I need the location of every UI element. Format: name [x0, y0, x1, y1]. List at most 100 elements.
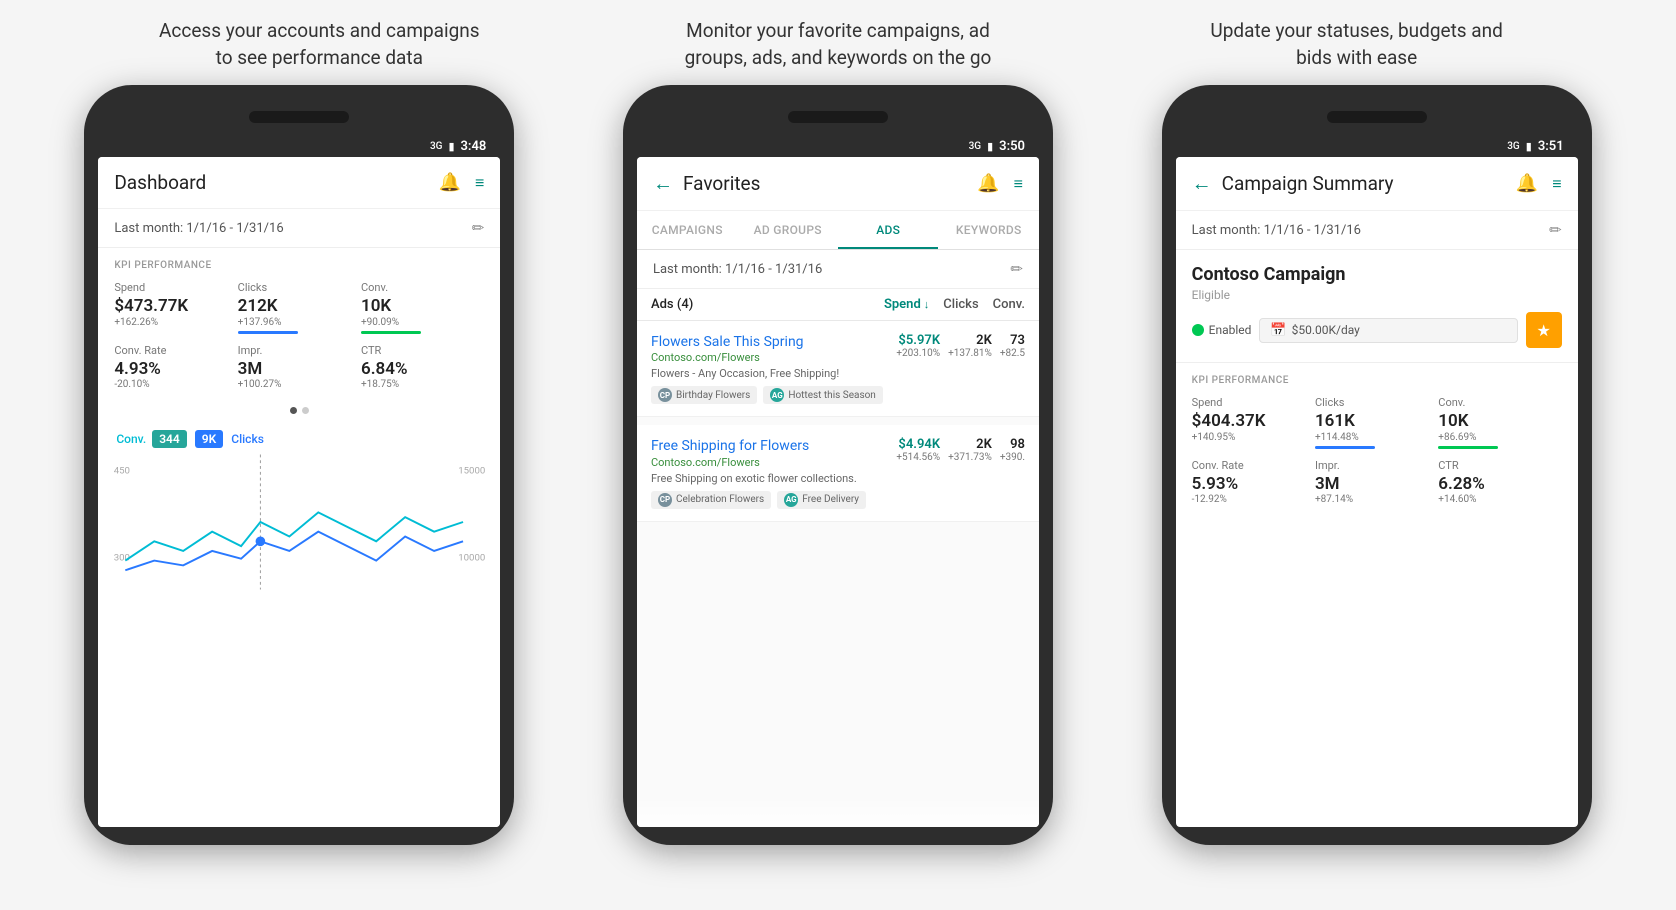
phone3-budget-badge[interactable]: 📅 $50.00K/day: [1259, 318, 1517, 343]
sort-down-icon: ↓: [924, 298, 930, 311]
ad1-tag2-icon: AG: [770, 388, 784, 402]
tab-campaigns[interactable]: CAMPAIGNS: [637, 211, 738, 249]
ad1-tag1-label: Birthday Flowers: [676, 390, 750, 401]
phone3-kpi-clicks-bar: [1315, 446, 1375, 449]
phone1-chart-svg: 450 300 15000 10000: [106, 452, 492, 592]
phone2-menu-icon[interactable]: ≡: [1014, 174, 1023, 194]
phone1-status-bar: 3G ▮ 3:48: [98, 135, 500, 157]
phone3-bell-icon[interactable]: 🔔: [1516, 173, 1538, 194]
phone1-chart-legend-row: Conv. 344 9K Clicks: [106, 426, 492, 452]
phone2-ads-list[interactable]: Flowers Sale This Spring Contoso.com/Flo…: [637, 321, 1039, 827]
phone1-dot-row: [98, 401, 500, 420]
phone2-tabs: CAMPAIGNS AD GROUPS ADS KEYWORDS: [637, 211, 1039, 250]
ad1-tag2-label: Hottest this Season: [788, 390, 876, 401]
phone-1: 3G ▮ 3:48 Dashboard 🔔 ≡ Last month: 1/1/…: [84, 85, 514, 845]
phone1-header: Dashboard 🔔 ≡: [98, 157, 500, 209]
ad2-title[interactable]: Free Shipping for Flowers: [651, 437, 888, 455]
ad1-header: Flowers Sale This Spring Contoso.com/Flo…: [651, 333, 1025, 386]
phone3-green-dot: [1192, 324, 1204, 336]
phone3-kpi-spend: Spend $404.37K +140.95%: [1192, 396, 1315, 448]
phone3-kpi-grid: Spend $404.37K +140.95% Clicks 161K +114…: [1192, 396, 1562, 508]
phone1-edit-icon[interactable]: ✏: [472, 219, 485, 237]
ad2-tag-2: AG Free Delivery: [777, 491, 866, 509]
phone2-title: Favorites: [683, 172, 977, 195]
ad2-clicks-metric: 2K +371.73%: [948, 437, 992, 463]
phone2-col-clicks[interactable]: Clicks: [943, 297, 978, 312]
phone3-date: Last month: 1/1/16 - 1/31/16: [1192, 223, 1361, 238]
phone2-bell-icon[interactable]: 🔔: [977, 173, 999, 194]
phone1-speaker: [249, 111, 349, 123]
phone1-signal: 3G: [430, 141, 443, 152]
phone3-speaker: [1327, 111, 1427, 123]
phone2-col-spend[interactable]: Spend ↓: [884, 297, 929, 312]
phone3-kpi-section: KPI PERFORMANCE Spend $404.37K +140.95% …: [1176, 363, 1578, 516]
phone1-dot-active: [290, 407, 297, 414]
phone3-edit-icon[interactable]: ✏: [1549, 221, 1562, 239]
ad1-tags: CP Birthday Flowers AG Hottest this Seas…: [651, 386, 1025, 404]
phone2-back-button[interactable]: ←: [653, 171, 673, 196]
ad-item-1[interactable]: Flowers Sale This Spring Contoso.com/Flo…: [637, 321, 1039, 417]
ad-item-2[interactable]: Free Shipping for Flowers Contoso.com/Fl…: [637, 425, 1039, 521]
calendar-icon: 📅: [1270, 323, 1286, 338]
phone1-battery-icon: ▮: [448, 140, 454, 153]
phone1-date: Last month: 1/1/16 - 1/31/16: [114, 221, 283, 236]
phone-3: 3G ▮ 3:51 ← Campaign Summary 🔔 ≡ Last mo…: [1162, 85, 1592, 845]
phone1-menu-icon[interactable]: ≡: [475, 173, 484, 193]
caption-phone2: Monitor your favorite campaigns, ad grou…: [605, 18, 1072, 71]
phone3-campaign-status: Eligible: [1192, 288, 1562, 302]
phone3-star-badge[interactable]: ★: [1526, 312, 1562, 348]
phone3-kpi-conv-rate: Conv. Rate 5.93% -12.92%: [1192, 459, 1315, 508]
tab-ad-groups[interactable]: AD GROUPS: [737, 211, 838, 249]
phone1-clicks-label: Clicks: [231, 432, 264, 446]
phone3-screen: ← Campaign Summary 🔔 ≡ Last month: 1/1/1…: [1176, 157, 1578, 827]
caption-phone3: Update your statuses, budgets and bids w…: [1123, 18, 1590, 71]
phone1-kpi-label: KPI PERFORMANCE: [114, 260, 484, 271]
phone1-kpi-ctr: CTR 6.84% +18.75%: [361, 344, 484, 393]
phone2-date: Last month: 1/1/16 - 1/31/16: [653, 262, 822, 277]
ad1-spend-metric: $5.97K +203.10%: [896, 333, 940, 359]
phone3-title: Campaign Summary: [1222, 172, 1516, 195]
ad1-conv-metric: 73 +82.5: [1000, 333, 1025, 359]
ad1-clicks-metric: 2K +137.81%: [948, 333, 992, 359]
phone1-kpi-conv-bar: [361, 331, 421, 334]
svg-text:15000: 15000: [459, 466, 486, 477]
ad2-tag1-label: Celebration Flowers: [676, 494, 764, 505]
svg-text:10000: 10000: [459, 553, 486, 564]
tab-ads[interactable]: ADS: [838, 211, 939, 249]
ad2-spend-metric: $4.94K +514.56%: [896, 437, 940, 463]
phones-row: 3G ▮ 3:48 Dashboard 🔔 ≡ Last month: 1/1/…: [0, 85, 1676, 845]
phone2-edit-icon[interactable]: ✏: [1010, 260, 1023, 278]
phone2-signal: 3G: [969, 141, 982, 152]
phone2-col-conv: Conv.: [993, 297, 1025, 312]
phone3-top: [1176, 103, 1578, 131]
ad1-tag-1: CP Birthday Flowers: [651, 386, 757, 404]
phone1-bell-icon[interactable]: 🔔: [439, 172, 461, 193]
phone3-battery-icon: ▮: [1526, 140, 1532, 153]
top-captions: Access your accounts and campaigns to se…: [0, 0, 1676, 85]
phone3-kpi-clicks: Clicks 161K +114.48%: [1315, 396, 1438, 448]
phone2-speaker: [788, 111, 888, 123]
phone3-campaign-name: Contoso Campaign: [1192, 264, 1562, 285]
ad2-tags: CP Celebration Flowers AG Free Delivery: [651, 491, 1025, 509]
phone3-budget: $50.00K/day: [1292, 323, 1360, 337]
phone1-bubble-conv: 344: [152, 430, 187, 448]
ad2-tag-1: CP Celebration Flowers: [651, 491, 771, 509]
phone3-kpi-impr: Impr. 3M +87.14%: [1315, 459, 1438, 508]
ad1-tag-2: AG Hottest this Season: [763, 386, 883, 404]
phone3-menu-icon[interactable]: ≡: [1552, 174, 1561, 194]
phone3-status-bar: 3G ▮ 3:51: [1176, 135, 1578, 157]
star-icon: ★: [1536, 321, 1550, 340]
phone3-enabled-label: Enabled: [1209, 323, 1252, 337]
ad2-header: Free Shipping for Flowers Contoso.com/Fl…: [651, 437, 1025, 490]
ad1-title[interactable]: Flowers Sale This Spring: [651, 333, 888, 351]
phone2-ads-count: Ads (4): [651, 297, 884, 312]
phone3-time: 3:51: [1538, 139, 1564, 154]
tab-keywords[interactable]: KEYWORDS: [938, 211, 1039, 249]
ad1-desc: Flowers - Any Occasion, Free Shipping!: [651, 367, 888, 380]
phone3-header: ← Campaign Summary 🔔 ≡: [1176, 157, 1578, 211]
ad2-tag2-label: Free Delivery: [802, 494, 859, 505]
phone1-date-row: Last month: 1/1/16 - 1/31/16 ✏: [98, 209, 500, 248]
phone3-back-button[interactable]: ←: [1192, 171, 1212, 196]
phone2-battery-icon: ▮: [987, 140, 993, 153]
phone1-conv-label: Conv.: [116, 432, 146, 446]
